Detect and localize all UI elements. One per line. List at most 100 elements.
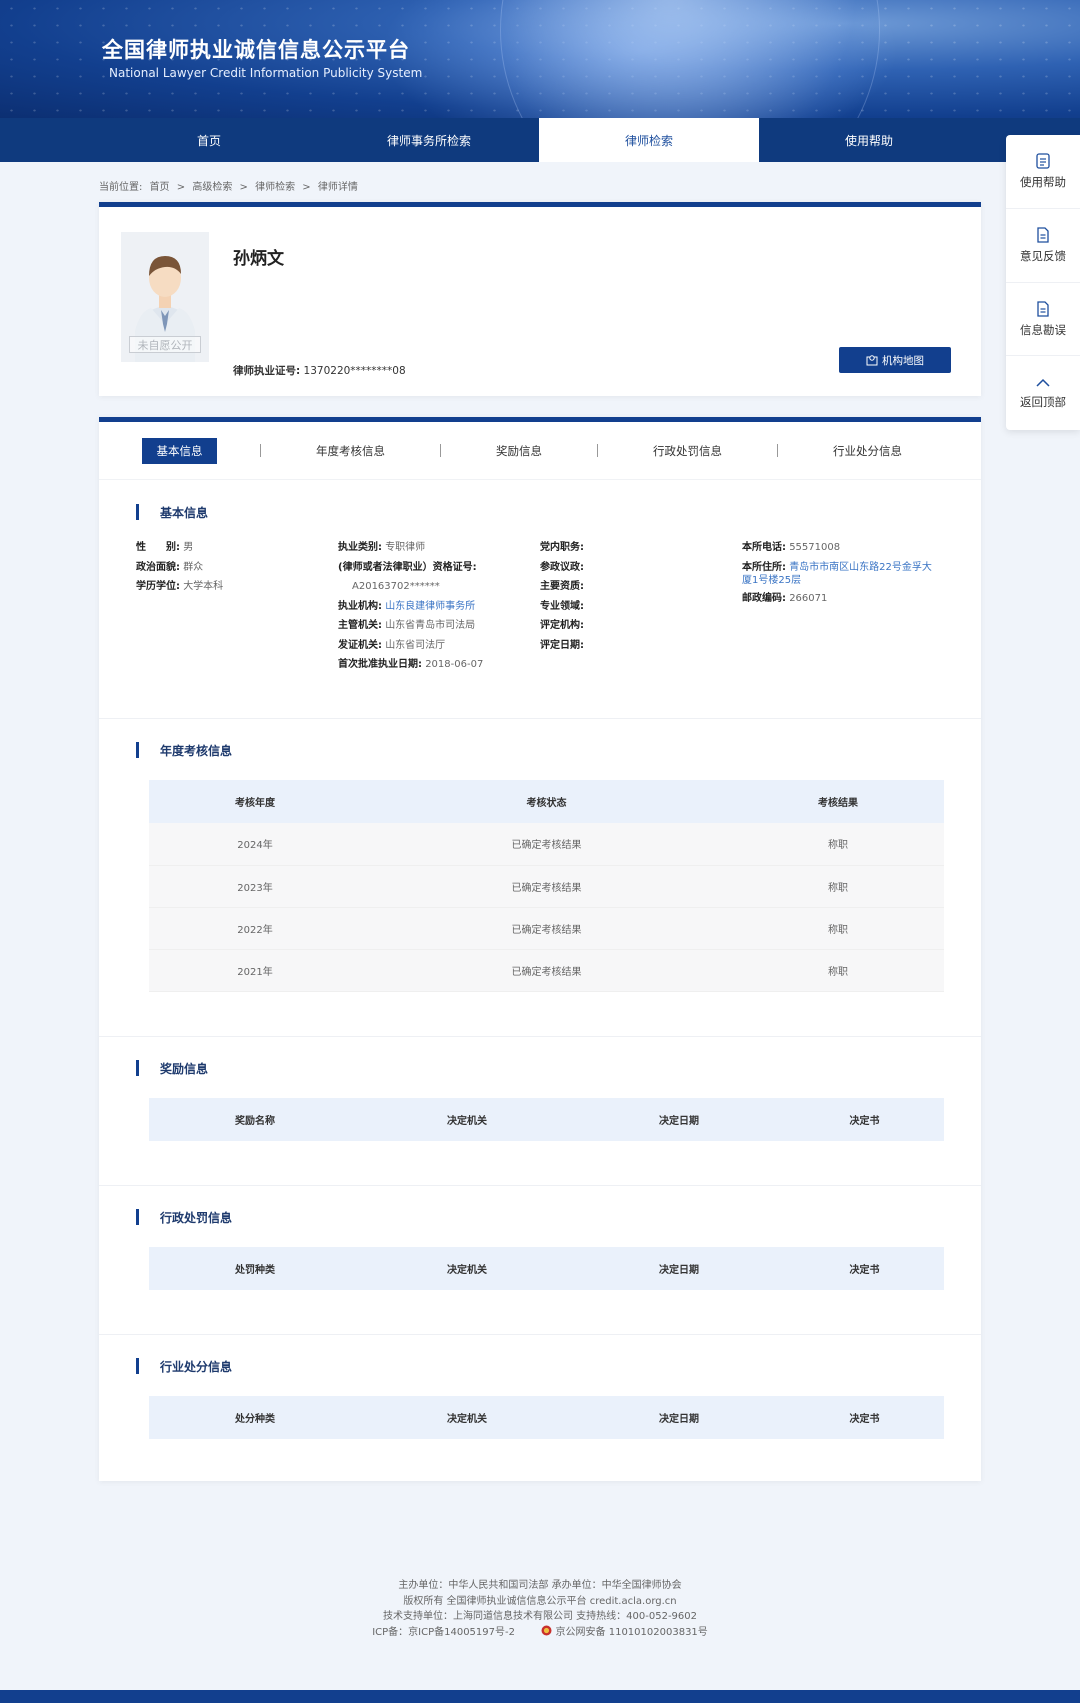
industry-penalty-heading: 行业处分信息 (136, 1358, 232, 1375)
org-map-label: 机构地图 (882, 354, 924, 367)
org-map-button[interactable]: 机构地图 (839, 347, 951, 373)
side-back-to-top-button[interactable]: 返回顶部 (1006, 356, 1080, 430)
table-cell: 称职 (732, 907, 944, 950)
admin-penalty-heading: 行政处罚信息 (136, 1209, 232, 1226)
table-cell: 已确定考核结果 (361, 907, 732, 950)
info-key: 参政议政: (540, 561, 584, 573)
info-key: 评定机构: (540, 620, 584, 631)
footer-registration: ICP备：京ICP备14005197号-2 京公网安备 110101020038… (0, 1625, 1080, 1641)
info-key: 邮政编码: (742, 593, 786, 604)
footer-icp-link[interactable]: ICP备：京ICP备14005197号-2 (372, 1627, 515, 1638)
bottom-bar (0, 1690, 1080, 1703)
rewards-heading: 奖励信息 (136, 1060, 208, 1077)
industry-penalty-table: 处分种类 决定机关 决定日期 决定书 (149, 1396, 944, 1439)
nav-item-help[interactable]: 使用帮助 (759, 118, 979, 162)
info-key: 主管机关: (338, 620, 382, 631)
nav-item-home[interactable]: 首页 (99, 118, 319, 162)
section-divider (99, 1185, 981, 1186)
info-key: 执业类别: (338, 542, 382, 553)
basic-col-political: 党内职务: 参政议政: 主要资质: 专业领域: 评定机构: 评定日期: (540, 538, 584, 655)
footer-copyright: 版权所有 全国律师执业诚信信息公示平台 credit.acla.org.cn (403, 1595, 677, 1607)
tab-annual-review[interactable]: 年度考核信息 (316, 443, 385, 459)
table-cell: 已确定考核结果 (361, 823, 732, 866)
tab-industry-penalty[interactable]: 行业处分信息 (833, 443, 902, 459)
details-card: 基本信息 年度考核信息 奖励信息 行政处罚信息 行业处分信息 基本信息 性 别:… (99, 417, 981, 1481)
info-key: 专业领域: (540, 600, 584, 612)
tab-basic-info[interactable]: 基本信息 (142, 437, 217, 464)
footer-police-link[interactable]: 京公网安备 11010102003831号 (556, 1627, 708, 1638)
side-feedback-label: 意见反馈 (1020, 249, 1066, 264)
breadcrumb-current: 律师详情 (317, 182, 358, 193)
tab-separator (440, 444, 441, 457)
header-banner: 全国律师执业诚信信息公示平台 National Lawyer Credit In… (0, 0, 1080, 118)
info-key: 学历学位: (136, 581, 180, 592)
side-back-to-top-label: 返回顶部 (1020, 395, 1066, 410)
info-key: 本所电话: (742, 542, 786, 553)
table-header-cell: 奖励名称 (149, 1098, 361, 1141)
info-key: 性 别: (136, 542, 180, 553)
firm-address-link-cont[interactable]: 厦1号楼25层 (742, 575, 801, 586)
nav-item-firm-search[interactable]: 律师事务所检索 (319, 118, 539, 162)
table-row: 2021年 已确定考核结果 称职 (149, 949, 944, 992)
side-help-button[interactable]: 使用帮助 (1006, 135, 1080, 209)
info-value: 2018-06-07 (425, 659, 484, 670)
table-header-cell: 决定日期 (573, 1098, 785, 1141)
section-divider (99, 1334, 981, 1335)
info-value: 男 (183, 542, 194, 553)
table-cell: 2022年 (149, 907, 361, 950)
side-feedback-button[interactable]: 意见反馈 (1006, 209, 1080, 283)
nav-item-lawyer-search[interactable]: 律师检索 (539, 118, 759, 162)
breadcrumb-label: 当前位置: (99, 182, 143, 193)
table-cell: 称职 (732, 823, 944, 866)
rewards-table: 奖励名称 决定机关 决定日期 决定书 (149, 1098, 944, 1141)
feedback-doc-icon (1037, 227, 1049, 243)
table-cell: 称职 (732, 949, 944, 992)
table-row: 2024年 已确定考核结果 称职 (149, 823, 944, 866)
help-doc-icon (1036, 153, 1050, 170)
table-header-row: 奖励名称 决定机关 决定日期 决定书 (149, 1098, 944, 1141)
breadcrumb: 当前位置: 首页 > 高级检索 > 律师检索 > 律师详情 (99, 178, 362, 193)
chevron-up-icon (1036, 379, 1050, 387)
breadcrumb-advanced[interactable]: 高级检索 (192, 182, 232, 193)
basic-col-practice: 执业类别: 专职律师 (律师或者法律职业）资格证号: A20163702****… (338, 538, 483, 675)
table-header-cell: 决定日期 (573, 1247, 785, 1290)
side-correction-button[interactable]: 信息勘误 (1006, 283, 1080, 357)
page-footer: 主办单位：中华人民共和国司法部 承办单位：中华全国律师协会 版权所有 全国律师执… (0, 1578, 1080, 1640)
table-header-cell: 决定日期 (573, 1396, 785, 1439)
site-subtitle: National Lawyer Credit Information Publi… (109, 66, 423, 80)
tab-rewards[interactable]: 奖励信息 (496, 443, 542, 459)
site-title: 全国律师执业诚信信息公示平台 (102, 38, 410, 62)
section-divider (99, 1036, 981, 1037)
avatar: 未自愿公开 (121, 232, 209, 362)
table-header-cell: 决定机关 (361, 1247, 573, 1290)
tab-separator (597, 444, 598, 457)
table-header-cell: 考核年度 (149, 780, 361, 823)
practice-firm-link[interactable]: 山东良建律师事务所 (385, 601, 475, 612)
license-value: 1370220********08 (303, 365, 406, 377)
table-header-cell: 决定书 (785, 1098, 944, 1141)
profile-card: 未自愿公开 孙炳文 律师执业证号: 1370220********08 机构地图 (99, 202, 981, 396)
side-help-label: 使用帮助 (1020, 175, 1066, 190)
firm-postcode: 266071 (789, 593, 828, 604)
info-value: 大学本科 (183, 581, 224, 592)
table-row: 2022年 已确定考核结果 称职 (149, 907, 944, 950)
breadcrumb-lawyer-search[interactable]: 律师检索 (255, 182, 295, 193)
tab-admin-penalty[interactable]: 行政处罚信息 (653, 443, 722, 459)
police-badge-icon (541, 1625, 552, 1635)
info-key: (律师或者法律职业）资格证号: (338, 561, 477, 573)
correction-doc-icon (1037, 301, 1049, 317)
breadcrumb-sep: > (239, 182, 248, 193)
avatar-privacy-tag: 未自愿公开 (129, 336, 201, 353)
info-key: 主要资质: (540, 581, 584, 592)
table-header-cell: 处罚种类 (149, 1247, 361, 1290)
info-value: 山东省司法厅 (385, 639, 446, 651)
firm-address-link[interactable]: 青岛市市南区山东路22号金孚大 (789, 562, 932, 573)
table-header-row: 处分种类 决定机关 决定日期 决定书 (149, 1396, 944, 1439)
lawyer-name: 孙炳文 (233, 249, 284, 269)
firm-phone: 55571008 (789, 542, 841, 553)
table-header-cell: 考核状态 (361, 780, 732, 823)
breadcrumb-home[interactable]: 首页 (150, 182, 170, 193)
info-value: 山东省青岛市司法局 (385, 620, 476, 631)
license-label: 律师执业证号: (233, 365, 301, 377)
info-key: 发证机关: (338, 639, 382, 651)
